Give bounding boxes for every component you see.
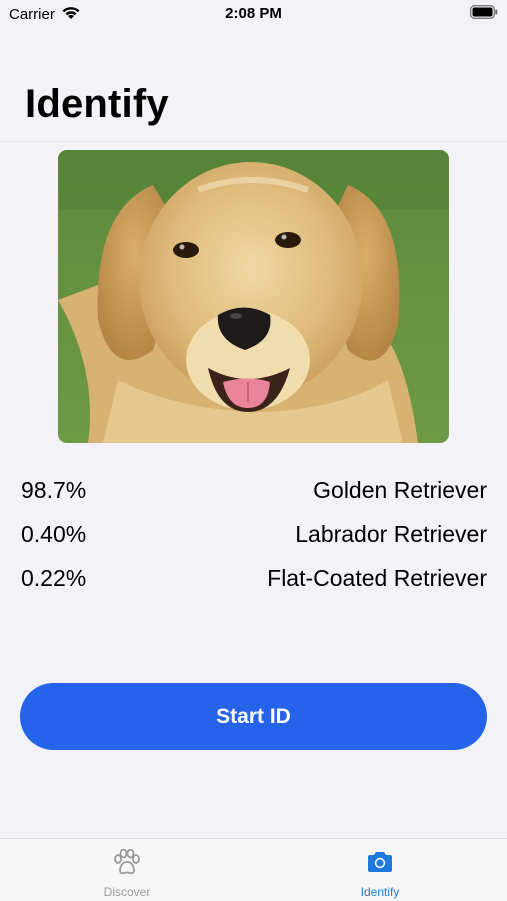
tab-discover-label: Discover (103, 885, 151, 899)
result-breed: Labrador Retriever (295, 520, 487, 547)
status-bar: Carrier 2:08 PM (0, 0, 507, 30)
battery-icon (470, 5, 498, 23)
camera-icon (365, 849, 395, 880)
header-divider (0, 141, 507, 142)
result-row: 98.7% Golden Retriever (21, 475, 487, 505)
tab-bar: Discover Identify (0, 838, 507, 901)
tab-identify-label: Identify (360, 885, 400, 899)
status-time: 2:08 PM (225, 5, 282, 22)
result-breed: Flat-Coated Retriever (267, 564, 487, 591)
result-row: 0.40% Labrador Retriever (21, 519, 487, 549)
dog-photo (58, 150, 449, 443)
start-id-button[interactable]: Start ID (20, 683, 487, 750)
start-id-label: Start ID (216, 704, 291, 728)
tab-discover[interactable]: Discover (57, 839, 197, 901)
result-row: 0.22% Flat-Coated Retriever (21, 563, 487, 593)
result-confidence: 0.40% (21, 520, 87, 547)
paw-icon (112, 848, 142, 880)
result-confidence: 98.7% (21, 476, 87, 503)
tab-identify[interactable]: Identify (310, 839, 450, 901)
result-breed: Golden Retriever (313, 476, 487, 503)
page-title: Identify (25, 82, 169, 126)
result-confidence: 0.22% (21, 564, 87, 591)
